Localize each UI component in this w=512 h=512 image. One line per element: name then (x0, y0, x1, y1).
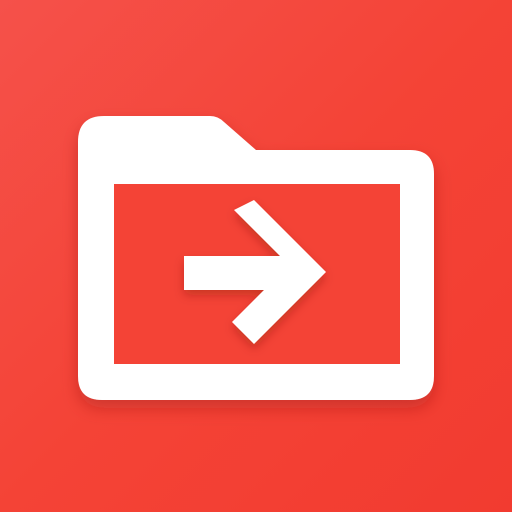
app-icon (0, 0, 512, 512)
folder-move-icon (78, 116, 434, 400)
